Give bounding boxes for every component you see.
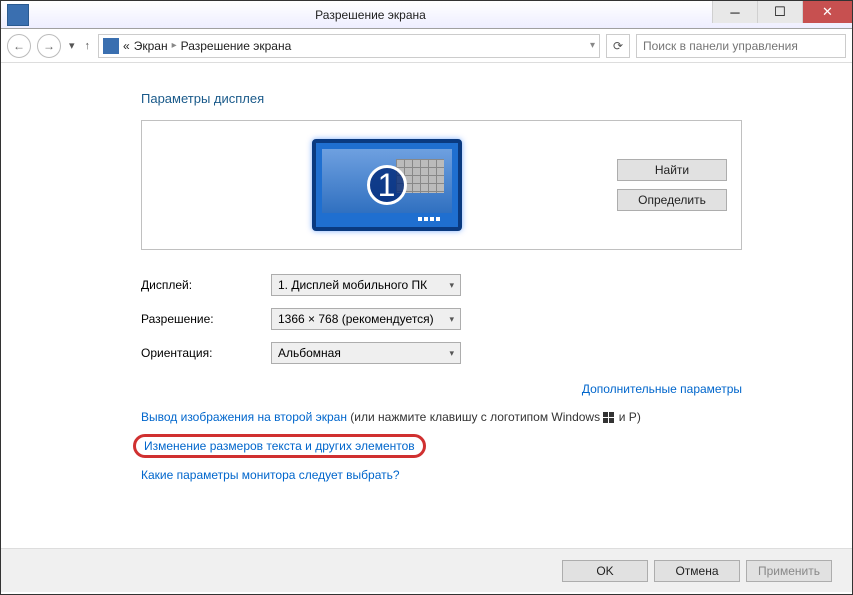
resize-text-link[interactable]: Изменение размеров текста и других элеме… [144, 439, 415, 453]
resolution-label: Разрешение: [141, 312, 271, 326]
chevron-down-icon: ▾ [449, 314, 454, 325]
windows-logo-icon [603, 412, 615, 424]
cancel-button[interactable]: Отмена [654, 560, 740, 582]
display-label: Дисплей: [141, 278, 271, 292]
breadcrumb-screen[interactable]: Экран [134, 39, 168, 53]
monitor-preview-panel: 1 Найти Определить [141, 120, 742, 250]
refresh-button[interactable]: ⟳ [606, 34, 630, 58]
second-screen-hint: (или нажмите клавишу с логотипом Windows [347, 410, 603, 424]
second-screen-link[interactable]: Вывод изображения на второй экран [141, 410, 347, 424]
orientation-label: Ориентация: [141, 346, 271, 360]
chevron-right-icon: ▸ [172, 40, 177, 51]
search-input[interactable] [636, 34, 846, 58]
history-dropdown-icon[interactable]: ▾ [67, 39, 77, 52]
minimize-button[interactable]: ─ [712, 1, 757, 23]
up-button[interactable]: ↑ [83, 40, 93, 52]
annotation-highlight: Изменение размеров текста и других элеме… [133, 434, 426, 458]
advanced-settings-link[interactable]: Дополнительные параметры [582, 382, 742, 396]
resolution-field: Разрешение: 1366 × 768 (рекомендуется) ▾ [141, 308, 742, 330]
breadcrumb-bar[interactable]: « Экран ▸ Разрешение экрана ▾ [98, 34, 600, 58]
chevron-down-icon[interactable]: ▾ [590, 40, 595, 51]
app-icon [7, 4, 29, 26]
monitor-thumbnail[interactable]: 1 [312, 139, 462, 231]
forward-button[interactable]: → [37, 34, 61, 58]
title-bar: Разрешение экрана ─ ☐ ✕ [1, 1, 852, 29]
monitor-number: 1 [367, 165, 407, 205]
breadcrumb-prefix: « [123, 39, 130, 53]
which-settings-link[interactable]: Какие параметры монитора следует выбрать… [141, 468, 400, 482]
back-button[interactable]: ← [7, 34, 31, 58]
footer-bar: OK Отмена Применить [1, 548, 852, 592]
find-button[interactable]: Найти [617, 159, 727, 181]
breadcrumb-resolution[interactable]: Разрешение экрана [181, 39, 292, 53]
window-title: Разрешение экрана [29, 8, 712, 22]
close-button[interactable]: ✕ [802, 1, 852, 23]
orientation-select[interactable]: Альбомная ▾ [271, 342, 461, 364]
display-field: Дисплей: 1. Дисплей мобильного ПК ▾ [141, 274, 742, 296]
page-heading: Параметры дисплея [141, 91, 742, 106]
control-panel-icon [103, 38, 119, 54]
maximize-button[interactable]: ☐ [757, 1, 802, 23]
chevron-down-icon: ▾ [449, 280, 454, 291]
ok-button[interactable]: OK [562, 560, 648, 582]
resolution-select[interactable]: 1366 × 768 (рекомендуется) ▾ [271, 308, 461, 330]
second-screen-hint-tail: и P) [615, 410, 640, 424]
orientation-field: Ориентация: Альбомная ▾ [141, 342, 742, 364]
chevron-down-icon: ▾ [449, 348, 454, 359]
display-select[interactable]: 1. Дисплей мобильного ПК ▾ [271, 274, 461, 296]
identify-button[interactable]: Определить [617, 189, 727, 211]
nav-bar: ← → ▾ ↑ « Экран ▸ Разрешение экрана ▾ ⟳ [1, 29, 852, 63]
apply-button[interactable]: Применить [746, 560, 832, 582]
content-area: Параметры дисплея 1 Найти Определить Дис… [1, 63, 852, 482]
